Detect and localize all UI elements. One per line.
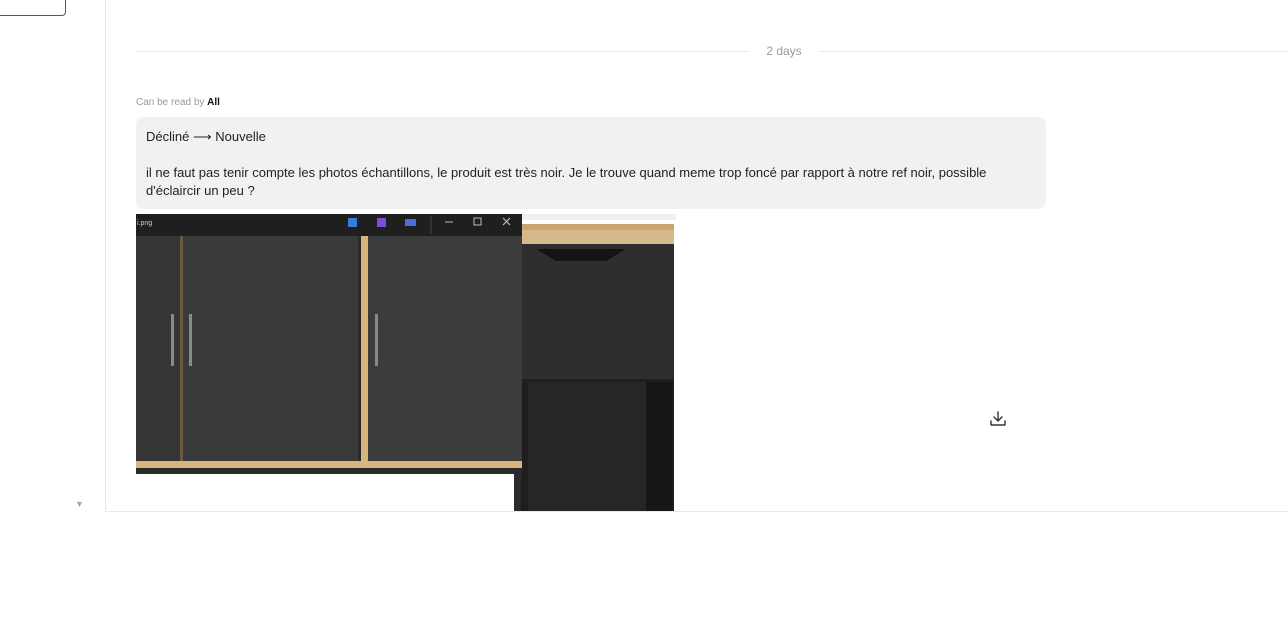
visibility-value: All <box>207 97 220 108</box>
message-visibility: Can be read by All <box>136 97 220 108</box>
message-text: il ne faut pas tenir compte les photos é… <box>146 165 987 198</box>
desk-drawer <box>521 244 674 379</box>
status-to: Nouvelle <box>215 129 266 144</box>
date-divider-label: 2 days <box>766 44 802 58</box>
status-change: Décliné ⟶ Nouvelle <box>146 128 1036 146</box>
status-from: Décliné <box>146 129 190 144</box>
sidebar-dropdown[interactable] <box>0 0 66 16</box>
viewer-titlebar <box>136 214 522 236</box>
viewer-title: i.png <box>137 220 152 227</box>
download-icon <box>990 411 1006 426</box>
bottom-divider <box>105 511 1288 512</box>
photos-app-icon <box>348 218 357 227</box>
visibility-prefix: Can be read by <box>136 97 205 108</box>
onedrive-icon <box>405 219 416 226</box>
date-divider: 2 days <box>136 42 1288 62</box>
left-rail: ▼ <box>0 0 106 511</box>
arrow-icon: ⟶ <box>192 129 212 144</box>
image-attachment[interactable]: i.png <box>136 214 676 511</box>
message-bubble: Décliné ⟶ Nouvelle il ne faut pas tenir … <box>136 117 1046 209</box>
download-button[interactable] <box>988 409 1008 429</box>
chevron-down-icon[interactable]: ▼ <box>75 499 84 509</box>
video-app-icon <box>377 218 386 227</box>
